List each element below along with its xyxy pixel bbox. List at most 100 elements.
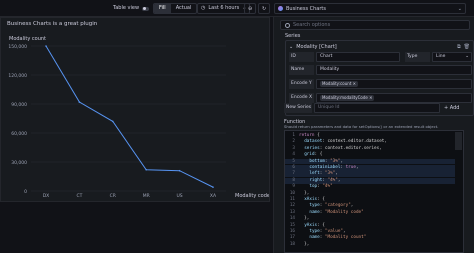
code-text: xAxis: { <box>304 197 325 202</box>
time-range-picker[interactable]: ◷ Last 6 hours ⌄ <box>197 3 251 14</box>
code-line[interactable]: 17 name: "Modality count" <box>285 235 455 241</box>
encode-y-tag[interactable]: Modality:count ✕ <box>320 81 359 87</box>
code-text: right: "4%", <box>309 177 341 183</box>
clock-icon: ◷ <box>201 5 206 11</box>
encode-x-tag[interactable]: Modality:modalityCode ✕ <box>320 95 375 101</box>
code-text: }, <box>299 190 310 196</box>
code-line[interactable]: 7 left: "3%", <box>285 171 455 178</box>
name-input[interactable]: Modality <box>316 65 472 75</box>
chevron-down-icon: ⌄ <box>465 54 469 59</box>
id-input[interactable]: Chart <box>316 52 400 62</box>
data-point[interactable] <box>78 101 81 103</box>
zoom-out-icon: ⊖ <box>248 6 253 12</box>
code-text: grid: { <box>304 152 323 158</box>
code-line[interactable]: 5 bottom: "3%", <box>285 158 455 165</box>
type-select-value: Line <box>436 54 446 59</box>
line-number: 9 <box>292 184 295 190</box>
code-line[interactable]: 3 series: context.editor.series, <box>285 146 455 152</box>
y-tick-label: 150,000 <box>8 44 27 50</box>
close-icon[interactable]: ✕ <box>353 81 356 86</box>
code-line[interactable]: 15 yAxis: { <box>285 223 455 229</box>
app-root: Table view Fill Actual ◷ Last 6 hours ⌄ … <box>0 0 474 253</box>
data-point[interactable] <box>45 45 47 47</box>
code-text: yAxis: { <box>304 222 325 228</box>
encode-x-select[interactable]: Modality:modalityCode ✕ <box>316 93 472 103</box>
type-label: Type <box>405 52 430 62</box>
code-text: left: "3%", <box>309 171 338 177</box>
line-number: 5 <box>292 158 295 164</box>
line-number: 8 <box>292 177 295 183</box>
code-line[interactable]: 14 }, <box>285 216 455 222</box>
y-tick-label: 90,000 <box>11 102 27 108</box>
x-tick-label: DX <box>43 193 50 199</box>
add-series-button[interactable]: + Add <box>444 103 459 113</box>
type-select[interactable]: Line ⌄ <box>432 52 472 62</box>
y-tick-label: 30,000 <box>11 160 27 166</box>
code-line[interactable]: 2 dataset: context.editor.dataset, <box>285 139 455 145</box>
code-line[interactable]: 12 type: "category", <box>285 203 455 209</box>
y-tick-label: 60,000 <box>11 131 27 137</box>
code-text: type: "value", <box>309 229 346 234</box>
table-view-toggle[interactable]: Table view <box>110 3 152 14</box>
code-line[interactable]: 18 }, <box>285 242 455 248</box>
data-point[interactable] <box>178 169 181 172</box>
fill-option[interactable]: Fill <box>154 4 171 13</box>
y-tick-label: 0 <box>24 189 27 195</box>
copy-icon[interactable]: ⧉ <box>457 44 461 50</box>
encode-x-label: Encode X <box>289 93 314 103</box>
series-line[interactable] <box>45 45 214 188</box>
code-line[interactable]: 4 grid: { <box>285 152 455 158</box>
refresh-button[interactable]: ↻ <box>258 3 270 14</box>
code-text: type: "category", <box>309 203 354 209</box>
series-header[interactable]: ⌄ Modality [Chart] <box>289 44 337 50</box>
code-editor[interactable]: 1 return {2 dataset: context.editor.datas… <box>284 130 464 253</box>
code-line[interactable]: 6 containLabel: true, <box>285 165 455 171</box>
visualization-picker[interactable]: Business Charts ⌄ <box>274 3 466 14</box>
toggle-switch-icon <box>142 6 150 11</box>
chevron-down-icon: ⌄ <box>289 44 294 50</box>
data-point[interactable] <box>212 186 214 188</box>
data-point[interactable] <box>112 120 114 123</box>
add-label: Add <box>449 105 460 111</box>
close-icon[interactable]: ✕ <box>369 95 372 100</box>
line-number: 15 <box>289 222 295 228</box>
code-text: series: context.editor.series, <box>304 145 382 151</box>
x-tick-label: MR <box>143 193 150 199</box>
code-line[interactable]: 9 top: "4%" <box>285 184 455 190</box>
code-line[interactable]: 1 return { <box>285 133 455 139</box>
actual-option[interactable]: Actual <box>171 4 197 13</box>
function-description: Should return parameters and data for se… <box>284 124 439 129</box>
line-number: 16 <box>289 229 295 234</box>
new-series-input[interactable]: Unique Id <box>314 103 440 113</box>
encode-x-value: Modality:modalityCode <box>322 95 368 100</box>
zoom-out-button[interactable]: ⊖ <box>244 3 256 14</box>
code-text: }, <box>299 216 310 222</box>
code-line[interactable]: 13 name: "Modality code" <box>285 210 455 216</box>
trash-icon[interactable]: 🗑 <box>464 44 470 50</box>
search-options-field[interactable]: Search options <box>280 20 470 30</box>
series-tools: ⧉ 🗑 <box>457 44 470 50</box>
time-range-label: Last 6 hours <box>208 5 240 11</box>
plus-icon: + <box>444 105 449 111</box>
encode-y-label: Encode Y <box>289 79 314 89</box>
line-number: 7 <box>292 171 295 177</box>
line-number: 3 <box>292 145 295 151</box>
encode-x-row: Encode X Modality:modalityCode ✕ <box>289 93 472 103</box>
table-view-label: Table view <box>113 5 140 11</box>
name-row: Name Modality <box>289 65 472 75</box>
name-label: Name <box>289 65 314 75</box>
encode-y-select[interactable]: Modality:count ✕ <box>316 79 472 89</box>
code-text: }, <box>299 241 310 247</box>
code-line[interactable]: 11 xAxis: { <box>285 197 455 203</box>
code-line[interactable]: 8 right: "4%", <box>285 177 455 184</box>
encode-y-value: Modality:count <box>322 81 352 86</box>
search-placeholder: Search options <box>293 22 331 28</box>
data-point[interactable] <box>145 168 147 171</box>
code-line[interactable]: 16 type: "value", <box>285 229 455 235</box>
code-minimap[interactable] <box>455 132 462 150</box>
series-section-label: Series <box>285 33 301 39</box>
code-line[interactable]: 10 }, <box>285 191 455 197</box>
x-tick-label: CR <box>110 193 116 199</box>
fill-actual-segment: Fill Actual <box>153 3 198 14</box>
line-chart[interactable]: Modality count 0 30,000 60,000 90,000 120,000… <box>1 28 269 201</box>
